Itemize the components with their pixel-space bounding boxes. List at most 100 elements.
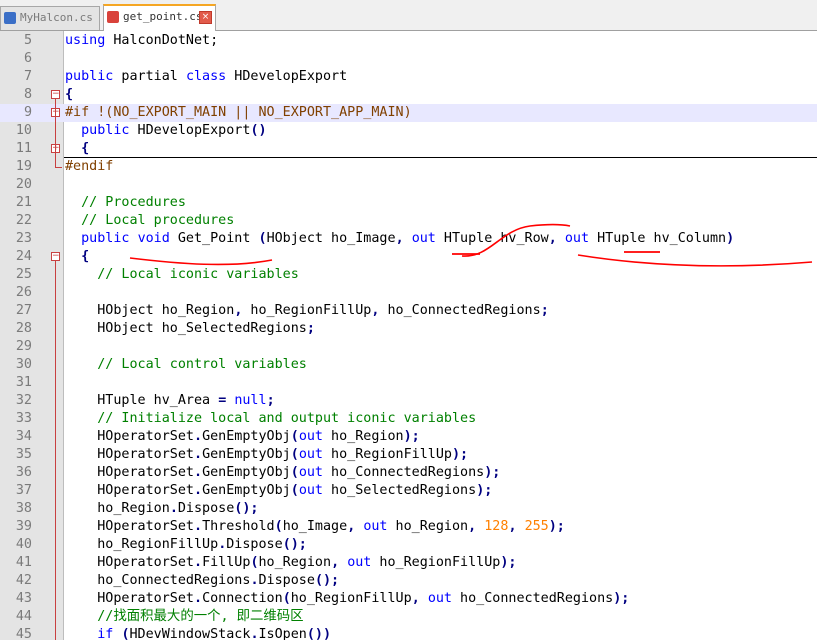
line-number: 5 <box>23 33 32 48</box>
code-line[interactable]: 34 HOperatorSet.GenEmptyObj(out ho_Regio… <box>0 428 817 446</box>
code-token: ); <box>500 555 517 570</box>
code-token: ho_ConnectedRegions <box>452 591 614 606</box>
code-text: if (HDevWindowStack.IsOpen()) <box>65 626 331 640</box>
code-line[interactable]: 38 ho_Region.Dispose(); <box>0 500 817 518</box>
code-line[interactable]: 41 HOperatorSet.FillUp(ho_Region, out ho… <box>0 554 817 572</box>
code-token: GenEmptyObj <box>202 465 291 480</box>
code-token: out <box>427 591 452 606</box>
fold-collapse-icon[interactable]: − <box>51 252 60 261</box>
code-line[interactable]: 39 HOperatorSet.Threshold(ho_Image, out … <box>0 518 817 536</box>
code-line[interactable]: 31 <box>0 374 817 392</box>
code-line[interactable]: 45 if (HDevWindowStack.IsOpen()) <box>0 626 817 640</box>
code-line[interactable]: 22 // Local procedures <box>0 212 817 230</box>
line-number: 29 <box>15 339 32 354</box>
code-line[interactable]: 9−#if !(NO_EXPORT_MAIN || NO_EXPORT_APP_… <box>0 104 817 122</box>
code-token: out <box>347 555 372 570</box>
code-line[interactable]: 19 #endif <box>0 158 817 176</box>
line-number: 25 <box>15 267 32 282</box>
code-token: . <box>194 447 203 462</box>
code-token: IsOpen <box>258 627 307 640</box>
code-text: HOperatorSet.GenEmptyObj(out ho_RegionFi… <box>65 446 468 464</box>
code-line[interactable]: 37 HOperatorSet.GenEmptyObj(out ho_Selec… <box>0 482 817 500</box>
code-token: ho_Image <box>282 519 348 534</box>
code-token: HDevelopExport <box>129 123 251 138</box>
code-line[interactable]: 21 // Procedures <box>0 194 817 212</box>
code-text: public partial class HDevelopExport <box>65 68 347 86</box>
code-line[interactable]: 20 <box>0 176 817 194</box>
code-line[interactable]: 40 ho_RegionFillUp.Dispose(); <box>0 536 817 554</box>
tab-bar: MyHalcon.cs get_point.cs × <box>0 0 817 31</box>
code-line[interactable]: 28 HObject ho_SelectedRegions; <box>0 320 817 338</box>
code-line[interactable]: 42 ho_ConnectedRegions.Dispose(); <box>0 572 817 590</box>
line-number: 27 <box>15 303 32 318</box>
code-text: // Procedures <box>65 194 186 212</box>
code-line[interactable]: 35 HOperatorSet.GenEmptyObj(out ho_Regio… <box>0 446 817 464</box>
code-text: // Local iconic variables <box>65 266 299 284</box>
code-token: , <box>468 519 477 534</box>
code-token: Get_Point <box>169 231 259 246</box>
modified-file-icon <box>107 11 119 23</box>
code-token: , <box>331 555 340 570</box>
code-line[interactable]: 29 <box>0 338 817 356</box>
code-token: // Local procedures <box>81 213 235 228</box>
code-line[interactable]: 44 //找面积最大的一个, 即二维码区 <box>0 608 817 626</box>
code-text: { <box>65 86 73 104</box>
code-token: , <box>395 231 404 246</box>
line-number: 20 <box>15 177 32 192</box>
code-line[interactable]: 43 HOperatorSet.Connection(ho_RegionFill… <box>0 590 817 608</box>
code-token: ho_ConnectedRegions <box>65 573 251 588</box>
code-text: HOperatorSet.Threshold(ho_Image, out ho_… <box>65 518 565 536</box>
code-token: ) <box>726 231 735 246</box>
tab-myhalcon[interactable]: MyHalcon.cs <box>0 6 100 30</box>
code-token: #endif <box>65 159 114 174</box>
code-token: ( <box>258 231 267 246</box>
code-line[interactable]: 25 // Local iconic variables <box>0 266 817 284</box>
fold-collapse-icon[interactable]: − <box>51 90 60 99</box>
code-line[interactable]: 27 HObject ho_Region, ho_RegionFillUp, h… <box>0 302 817 320</box>
code-line[interactable]: 6 <box>0 50 817 68</box>
close-tab-icon[interactable]: × <box>199 11 212 24</box>
code-line[interactable]: 32 HTuple hv_Area = null; <box>0 392 817 410</box>
code-editor[interactable]: 5 using HalconDotNet; 6 7 public partial cla… <box>0 31 817 640</box>
code-text: #if !(NO_EXPORT_MAIN || NO_EXPORT_APP_MA… <box>65 104 412 122</box>
code-token: { <box>65 87 74 102</box>
code-line[interactable]: 10 public HDevelopExport() <box>0 122 817 140</box>
tab-get-point[interactable]: get_point.cs × <box>103 4 216 31</box>
code-token: //找面积最大的一个, 即二维码区 <box>97 609 304 624</box>
code-token: (); <box>282 537 307 552</box>
code-line[interactable]: 36 HOperatorSet.GenEmptyObj(out ho_Conne… <box>0 464 817 482</box>
code-token: { <box>81 141 90 156</box>
save-file-icon <box>4 12 16 24</box>
code-token: ho_Region <box>65 501 170 516</box>
code-token: HObject ho_Image <box>266 231 396 246</box>
code-line[interactable]: 33 // Initialize local and output iconic… <box>0 410 817 428</box>
code-line[interactable]: 24 − { <box>0 248 817 266</box>
code-text: HTuple hv_Area = null; <box>65 392 274 410</box>
code-token: (); <box>234 501 259 516</box>
line-number: 8 <box>23 87 32 102</box>
code-token: . <box>194 465 203 480</box>
line-number: 43 <box>15 591 32 606</box>
tab-label: MyHalcon.cs <box>20 11 93 24</box>
line-number: 11 <box>15 141 32 156</box>
code-token: public <box>81 231 130 246</box>
code-line[interactable]: 7 public partial class HDevelopExport <box>0 68 817 86</box>
code-token: . <box>250 627 259 640</box>
code-token: . <box>194 591 203 606</box>
code-line[interactable]: 5 using HalconDotNet; <box>0 32 817 50</box>
code-line[interactable]: 30 // Local control variables <box>0 356 817 374</box>
code-token: // Procedures <box>81 195 186 210</box>
code-text: HOperatorSet.Connection(ho_RegionFillUp,… <box>65 590 629 608</box>
code-line[interactable]: 8 −{ <box>0 86 817 104</box>
code-token: out <box>411 231 436 246</box>
code-line[interactable]: 26 <box>0 284 817 302</box>
code-line[interactable]: 11+ { <box>0 140 817 158</box>
code-token: #if !(NO_EXPORT_MAIN || NO_EXPORT_APP_MA… <box>65 105 412 120</box>
line-number: 21 <box>15 195 32 210</box>
code-line[interactable]: 23 public void Get_Point (HObject ho_Ima… <box>0 230 817 248</box>
